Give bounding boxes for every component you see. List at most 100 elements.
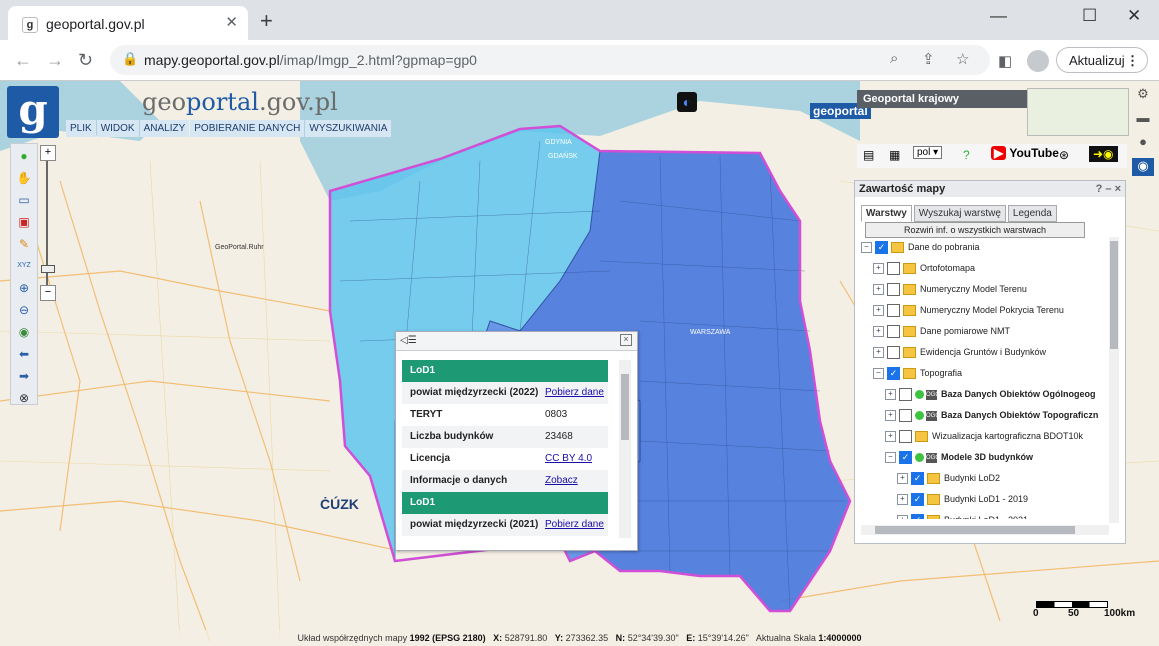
layer-tree-node[interactable]: − ✓ Dane do pobrania (861, 239, 980, 256)
close-popup-icon[interactable]: × (620, 334, 632, 346)
info-icon[interactable]: ● (16, 148, 32, 164)
compass-icon[interactable]: ◐ (677, 92, 697, 112)
expand-toggle-icon[interactable]: + (897, 515, 908, 519)
layer-checkbox[interactable] (899, 409, 912, 423)
expand-toggle-icon[interactable]: − (873, 368, 884, 380)
close-tab-icon[interactable]: ✕ (225, 13, 238, 31)
layer-checkbox[interactable] (899, 430, 912, 444)
zoom-in-icon[interactable]: ⊕ (16, 280, 32, 296)
pan-hand-icon[interactable]: ✋ (16, 170, 32, 186)
globe-icon[interactable]: ◉ (16, 324, 32, 340)
zoom-icon[interactable]: ⌕ (890, 50, 898, 67)
zoom-out-icon[interactable]: ⊖ (16, 302, 32, 318)
layer-checkbox[interactable]: ✓ (899, 451, 912, 465)
share-icon[interactable]: ⇪ (922, 50, 935, 68)
menu-pobieranie-danych[interactable]: POBIERANIE DANYCH (190, 120, 305, 137)
popup-link[interactable]: Pobierz dane (545, 514, 604, 536)
layer-tree-node[interactable]: + Numeryczny Model Terenu (873, 281, 1027, 298)
youtube-link[interactable]: ▶ YouTube (991, 146, 1059, 160)
expand-toggle-icon[interactable]: + (873, 263, 884, 275)
forward-icon[interactable]: → (46, 50, 64, 71)
panel-controls[interactable]: ? – × (1096, 181, 1121, 197)
layer-checkbox[interactable] (887, 262, 900, 276)
layer-tree-node[interactable]: + OGCBaza Danych Obiektów Topograficzn (885, 407, 1098, 424)
select-box-icon[interactable]: ▭ (16, 192, 32, 208)
accessibility-icon[interactable]: ⊛ (1059, 148, 1069, 162)
expand-toggle-icon[interactable]: + (897, 494, 908, 506)
popup-link[interactable]: CC BY 4.0 (545, 448, 592, 470)
expand-toggle-icon[interactable]: + (873, 347, 884, 359)
layer-checkbox[interactable]: ✓ (911, 472, 924, 486)
database-icon[interactable]: ▦ (889, 148, 900, 162)
zoom-knob[interactable] (41, 265, 55, 273)
ruler-icon[interactable]: ▬ (1132, 110, 1154, 128)
expand-toggle-icon[interactable]: + (873, 284, 884, 296)
layer-tree-node[interactable]: + Ewidencja Gruntów i Budynków (873, 344, 1046, 361)
back-icon[interactable]: ← (14, 50, 32, 71)
menu-dots-icon[interactable]: ⋮ (1126, 48, 1139, 74)
tab-wyszukaj-warstwe[interactable]: Wyszukaj warstwę (913, 205, 1006, 222)
clear-icon[interactable]: ⊗ (16, 390, 32, 406)
minimize-button[interactable]: — (990, 6, 1007, 26)
expand-toggle-icon[interactable]: + (885, 431, 896, 443)
expand-toggle-icon[interactable]: + (873, 326, 884, 338)
layer-tree-node[interactable]: +✓ Budynki LoD1 - 2021 (897, 512, 1028, 519)
back-list-icon[interactable]: ◁☰ (400, 335, 417, 346)
layer-checkbox[interactable]: ✓ (911, 493, 924, 507)
layer-checkbox[interactable] (887, 283, 900, 297)
menu-widok[interactable]: WIDOK (96, 120, 139, 137)
popup-link[interactable]: Pobierz dane (545, 382, 604, 404)
layer-checkbox[interactable] (887, 346, 900, 360)
flag-icon[interactable]: ▤ (863, 148, 874, 162)
tab-legenda[interactable]: Legenda (1007, 205, 1057, 222)
close-window-button[interactable]: ✕ (1127, 6, 1141, 26)
expand-toggle-icon[interactable]: − (885, 452, 896, 464)
menu-wyszukiwania[interactable]: WYSZUKIWANIA (305, 120, 392, 137)
browser-tab[interactable]: g geoportal.gov.pl ✕ (8, 6, 248, 40)
layer-checkbox[interactable] (887, 325, 900, 339)
layer-tree-node[interactable]: − ✓ Topografia (873, 365, 962, 382)
layer-tree-node[interactable]: + Numeryczny Model Pokrycia Terenu (873, 302, 1064, 319)
deselect-icon[interactable]: ▣ (16, 214, 32, 230)
dot-icon[interactable]: ● (1132, 134, 1154, 152)
new-tab-button[interactable]: + (260, 8, 273, 34)
xyz-icon[interactable]: XYZ (16, 258, 32, 274)
next-view-icon[interactable]: ➡ (16, 368, 32, 384)
geoportal-logo[interactable]: g (7, 86, 59, 138)
eye-icon[interactable]: ◉ (1132, 158, 1154, 176)
zoom-plus-button[interactable]: + (40, 145, 56, 161)
expand-toggle-icon[interactable]: + (897, 473, 908, 485)
tab-warstwy[interactable]: Warstwy (861, 205, 912, 222)
reload-icon[interactable]: ↻ (78, 50, 93, 71)
expand-toggle-icon[interactable]: − (861, 242, 872, 254)
update-button[interactable]: Aktualizuj ⋮ (1056, 47, 1148, 73)
pencil-icon[interactable]: ✎ (16, 236, 32, 252)
profile-avatar[interactable] (1027, 50, 1049, 72)
layer-checkbox[interactable]: ✓ (911, 514, 924, 519)
layer-checkbox[interactable]: ✓ (887, 367, 900, 381)
layer-tree-node[interactable]: + Dane pomiarowe NMT (873, 323, 1010, 340)
contrast-icon[interactable]: ➜◉ (1089, 146, 1118, 162)
settings-icon[interactable]: ⚙ (1132, 86, 1154, 104)
layer-tree-node[interactable]: + ✓ Budynki LoD2 (897, 470, 1000, 487)
layer-checkbox[interactable] (887, 304, 900, 318)
url-field[interactable]: 🔒 mapy.geoportal.gov.pl/imap/Imgp_2.html… (110, 45, 990, 75)
layer-tree-node[interactable]: + OGCBaza Danych Obiektów Ogólnogeog (885, 386, 1096, 403)
help-icon[interactable]: ? (963, 148, 970, 162)
zoom-minus-button[interactable]: − (40, 285, 56, 301)
menu-analizy[interactable]: ANALIZY (139, 120, 190, 137)
layer-tree-node[interactable]: + Ortofotomapa (873, 260, 975, 277)
layer-tree-node[interactable]: + ✓ Budynki LoD1 - 2019 (897, 491, 1028, 508)
side-panel-icon[interactable]: ◧ (998, 52, 1012, 70)
popup-scrollbar[interactable] (619, 360, 631, 538)
expand-toggle-icon[interactable]: + (885, 410, 896, 422)
layer-tree-node[interactable]: − ✓ OGCModele 3D budynków (885, 449, 1033, 466)
bookmark-star-icon[interactable]: ☆ (956, 50, 969, 68)
prev-view-icon[interactable]: ⬅ (16, 346, 32, 362)
layer-tree-node[interactable]: + Wizualizacja kartograficzna BDOT10k (885, 428, 1083, 445)
expand-toggle-icon[interactable]: + (873, 305, 884, 317)
geoportal-krajowy-button[interactable]: Geoportal krajowy (857, 90, 1033, 108)
zoom-slider[interactable]: + − (40, 145, 56, 301)
tree-horizontal-scrollbar[interactable] (861, 525, 1109, 535)
popup-link[interactable]: Zobacz (545, 470, 578, 492)
